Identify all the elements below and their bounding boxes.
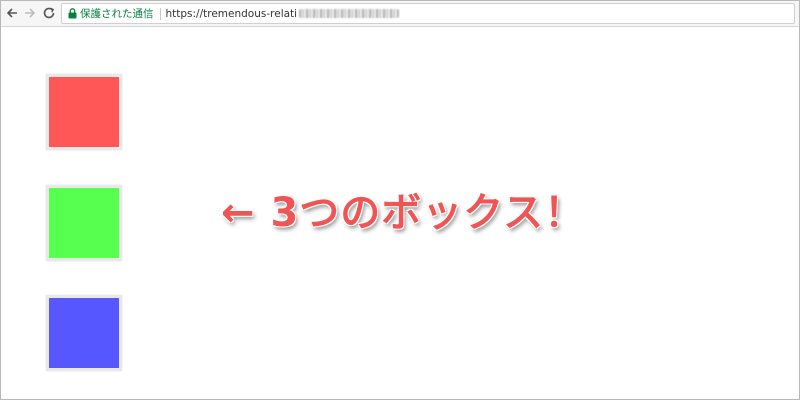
lock-icon [65,4,79,23]
secure-connection-label: 保護された通信 [80,8,154,20]
blue-box [46,295,122,371]
arrow-left-icon [6,8,17,18]
green-box [46,185,122,261]
back-button[interactable] [3,4,21,22]
omnibox-separator [159,7,161,20]
blurred-url-segment [299,9,400,18]
forward-button[interactable] [21,4,39,22]
reload-icon [43,7,55,19]
red-box [46,74,122,150]
caption-text: ← 3つのボックス！ [221,190,586,236]
reload-button[interactable] [40,4,58,22]
browser-toolbar: 保護された通信 https://tremendous-relati [1,1,799,27]
url-text: https://tremendous-relati [165,7,298,20]
browser-window: 保護された通信 https://tremendous-relati ← 3つのボ… [0,0,800,400]
arrow-right-icon [25,8,36,18]
address-bar[interactable]: 保護された通信 https://tremendous-relati [61,3,795,24]
page-content: ← 3つのボックス！ [1,27,799,399]
